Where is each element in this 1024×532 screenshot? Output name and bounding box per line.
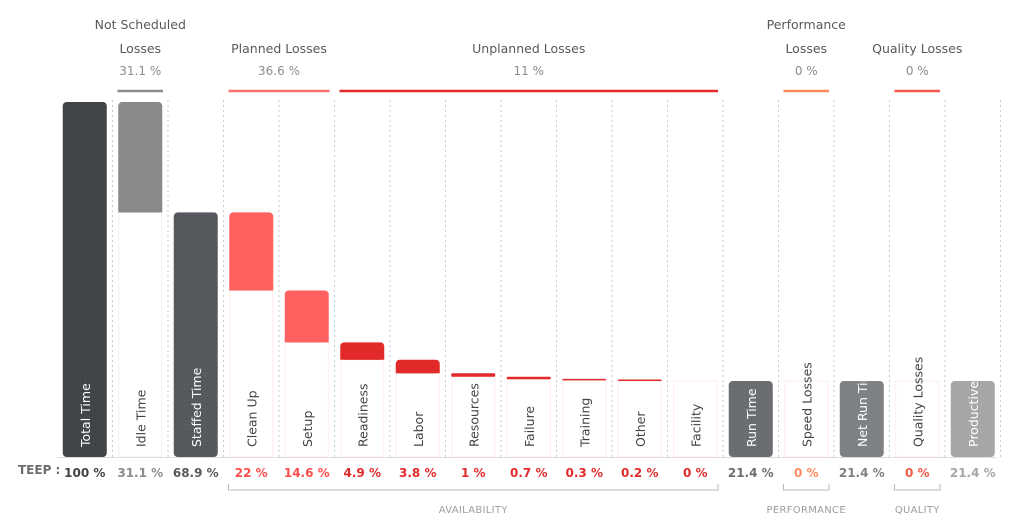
category-label: Other (633, 411, 648, 447)
group-percent: 0 % (795, 64, 818, 78)
metric-label: TEEP : (18, 463, 61, 477)
value-label: 100 % (64, 466, 105, 480)
category-label: Total Time (78, 383, 93, 448)
category-label: Idle Time (133, 389, 148, 447)
category-label: Productive Time (966, 346, 981, 447)
group-title: Losses (119, 41, 161, 56)
category-label: Failure (522, 406, 537, 447)
bar-other (617, 379, 662, 382)
value-label: 0 % (794, 466, 819, 480)
group-title: Not Scheduled (95, 17, 186, 32)
value-label: 21.4 % (839, 466, 885, 480)
group-title: Planned Losses (231, 41, 327, 56)
bar-failure (506, 376, 551, 380)
value-label: 21.4 % (950, 466, 996, 480)
group-title: Quality Losses (872, 41, 962, 56)
footer-bracket (783, 484, 830, 491)
teep-waterfall-chart: Total Time 100 % Idle Time 31.1 % Staffed Ti… (0, 0, 1024, 528)
footer-label: QUALITY (895, 505, 940, 516)
value-label: 3.8 % (399, 466, 436, 480)
category-label: Labor (411, 411, 426, 447)
category-label: Training (577, 398, 592, 448)
category-label: Readiness (355, 383, 370, 447)
group-percent: 36.6 % (258, 64, 300, 78)
group-percent: 31.1 % (119, 64, 161, 78)
group-percent: 0 % (906, 64, 929, 78)
group-title: Losses (785, 41, 827, 56)
bar-corner-fill (284, 338, 329, 343)
value-label: 4.9 % (344, 466, 381, 480)
category-label: Clean Up (244, 390, 259, 447)
value-label: 14.6 % (284, 466, 330, 480)
category-label: Setup (300, 411, 315, 447)
footer-bracket (228, 484, 719, 491)
bar-corner-fill (229, 286, 274, 291)
bar-training (562, 378, 607, 381)
value-label: 22 % (235, 466, 268, 480)
value-label: 1 % (461, 466, 486, 480)
value-label: 21.4 % (728, 466, 774, 480)
footer-label: AVAILABILITY (439, 505, 509, 516)
bar-idle-time (118, 102, 163, 213)
group-title: Performance (767, 17, 847, 32)
bar-corner-fill (118, 208, 163, 213)
category-label: Net Run Time (855, 362, 870, 447)
category-label: Quality Losses (910, 357, 925, 447)
value-label: 0.3 % (566, 466, 603, 480)
value-label: 68.9 % (173, 466, 219, 480)
group-percent: 11 % (514, 64, 545, 78)
bar-corner-fill (340, 355, 385, 360)
category-label: Run Time (744, 388, 759, 447)
bar-resources (451, 373, 496, 377)
value-label: 0 % (905, 466, 930, 480)
value-label: 0 % (683, 466, 708, 480)
footer-label: PERFORMANCE (767, 505, 846, 516)
category-label: Staffed Time (189, 367, 204, 447)
group-title: Unplanned Losses (472, 41, 585, 56)
chart-canvas: Total Time 100 % Idle Time 31.1 % Staffed Ti… (57, 17, 1001, 516)
value-label: 0.7 % (510, 466, 547, 480)
category-label: Speed Losses (799, 362, 814, 447)
value-label: 31.1 % (117, 466, 163, 480)
bar-corner-fill (395, 369, 440, 374)
bar-setup (284, 290, 329, 343)
category-label: Facility (688, 403, 703, 447)
value-label: 0.2 % (621, 466, 658, 480)
footer-bracket (894, 484, 941, 491)
category-label: Resources (466, 383, 481, 447)
bar-clean-up (229, 212, 274, 291)
